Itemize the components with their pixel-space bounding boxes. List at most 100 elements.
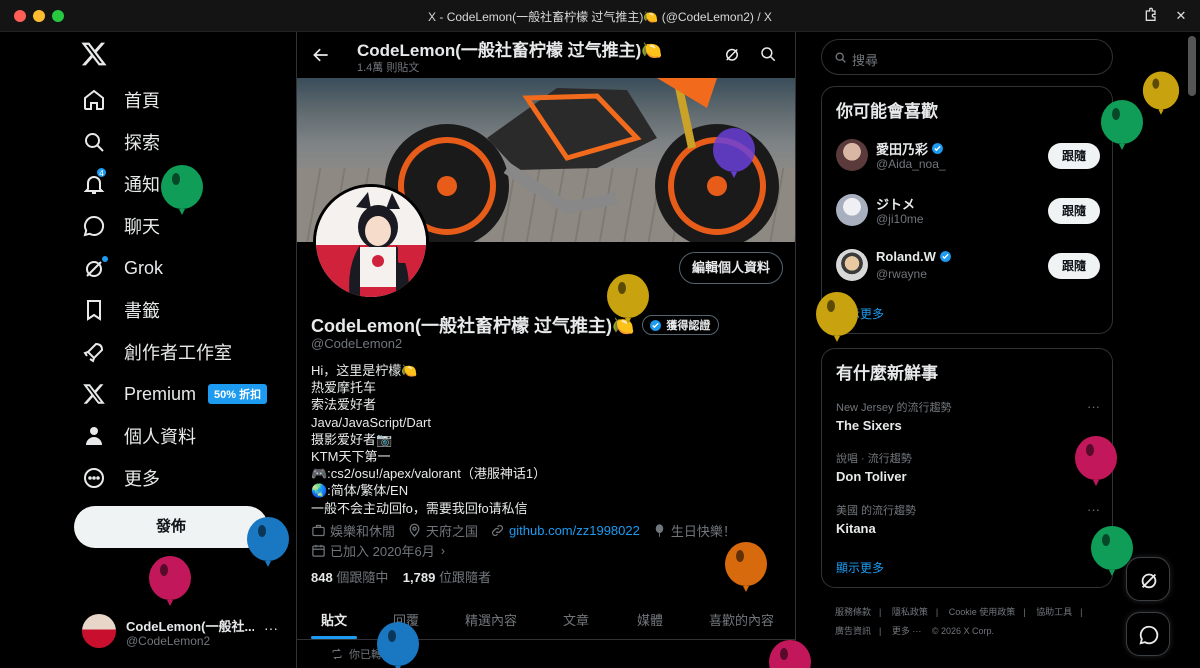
followers-link[interactable]: 1,789 位跟隨者 <box>403 570 491 585</box>
grok-float-button[interactable] <box>1126 557 1170 601</box>
footer-more[interactable]: 更多 ··· <box>892 626 922 636</box>
nav-label: 聊天 <box>124 217 160 237</box>
tab-replies[interactable]: 回覆 <box>393 610 419 629</box>
footer-cookie[interactable]: Cookie 使用政策 <box>949 607 1016 617</box>
trend-name: Don Toliver <box>836 469 907 484</box>
suggested-user-handle: @Aida_noa_ <box>876 157 946 171</box>
search-input[interactable]: 搜尋 <box>852 50 878 69</box>
header-post-count: 1.4萬 則貼文 <box>357 62 420 74</box>
edit-profile-button[interactable]: 編輯個人資料 <box>679 252 783 284</box>
nav-item-premium[interactable]: Premium 50% 折扣 <box>82 374 268 414</box>
scrollbar-thumb[interactable] <box>1188 36 1196 96</box>
profile-avatar[interactable] <box>313 184 429 300</box>
nav-item-grok[interactable]: Grok <box>82 248 163 288</box>
profile-header-bar: CodeLemon(一般社畜柠檬 过气推主)🍋 1.4萬 則貼文 <box>297 32 795 78</box>
suggested-user[interactable]: Roland.W @rwayne 跟隨 <box>836 245 1100 285</box>
nav-item-bookmarks[interactable]: 書籤 <box>82 290 160 330</box>
rocket-icon <box>83 342 104 363</box>
following-link[interactable]: 848 個跟隨中 <box>311 570 388 585</box>
window-close-icon[interactable]: ✕ <box>1172 7 1190 25</box>
search-icon[interactable] <box>759 45 777 63</box>
tab-highlights[interactable]: 精選內容 <box>465 610 517 629</box>
tab-media[interactable]: 媒體 <box>637 610 663 629</box>
balloon-icon <box>655 523 664 537</box>
repost-indicator: 你已轉發 <box>331 646 393 662</box>
suggested-user[interactable]: ジトメ @ji10me 跟隨 <box>836 190 1100 230</box>
nav-item-profile[interactable]: 個人資料 <box>82 416 196 456</box>
footer-terms[interactable]: 服務條款 <box>835 607 871 617</box>
more-icon[interactable]: ··· <box>1087 399 1100 414</box>
footer-ads-info[interactable]: 廣告資訊 <box>835 626 871 636</box>
nav-item-notifications[interactable]: 4 通知 <box>82 164 160 204</box>
footer-separator: | <box>935 607 939 617</box>
tab-posts[interactable]: 貼文 <box>321 610 347 629</box>
tab-articles[interactable]: 文章 <box>563 610 589 629</box>
followers-label: 位跟隨者 <box>438 570 491 585</box>
search-box[interactable]: 搜尋 <box>821 39 1113 75</box>
more-icon[interactable]: ··· <box>1087 502 1100 517</box>
calendar-icon <box>312 544 325 557</box>
get-verified-button[interactable]: 獲得認證 <box>642 315 720 335</box>
nav-label: Grok <box>124 257 164 278</box>
extension-icon[interactable] <box>1142 7 1160 25</box>
person-icon <box>86 427 102 445</box>
trends-show-more[interactable]: 顯示更多 <box>836 559 884 576</box>
tab-likes[interactable]: 喜歡的內容 <box>709 610 774 629</box>
more-icon[interactable]: ··· <box>264 620 278 636</box>
suggested-user[interactable]: 愛田乃彩 @Aida_noa_ 跟隨 <box>836 135 1100 175</box>
nav-label: 探索 <box>124 133 160 153</box>
search-icon <box>835 52 846 63</box>
meta-joined[interactable]: 已加入 2020年6月 › <box>311 540 445 560</box>
bio-line: 一般不会主动回fo，需要我回fo请私信 <box>311 500 528 516</box>
follow-button[interactable]: 跟隨 <box>1048 143 1100 169</box>
bio-line: 摄影爱好者📷 <box>311 431 393 447</box>
follow-button[interactable]: 跟隨 <box>1048 198 1100 224</box>
trend-item[interactable]: 美國 的流行趨勢 Kitana ··· <box>836 502 1100 538</box>
active-tab-indicator <box>311 636 357 639</box>
footer-privacy[interactable]: 隱私政策 <box>892 607 928 617</box>
nav-item-more[interactable]: 更多 <box>82 458 160 498</box>
nav-item-chat[interactable]: 聊天 <box>82 206 160 246</box>
verified-badge-icon <box>650 319 662 331</box>
nav-label: 通知 <box>124 175 160 195</box>
footer-accessibility[interactable]: 協助工具 <box>1036 607 1072 617</box>
bio-line: 🎮:cs2/osu!/apex/valorant（港服神话1） <box>311 466 547 482</box>
user-name-text: ジトメ <box>876 197 916 212</box>
footer-copyright: © 2026 X Corp. <box>931 626 995 636</box>
profile-name: CodeLemon(一般社畜柠檬 过气推主)🍋 獲得認證 <box>311 312 720 338</box>
more-icon[interactable]: ··· <box>1087 450 1100 465</box>
following-label: 個跟隨中 <box>336 570 389 585</box>
nav-item-explore[interactable]: 探索 <box>82 122 160 162</box>
meta-category: 娛樂和休閒 <box>311 520 395 540</box>
followers-count: 1,789 <box>402 570 436 585</box>
profile-meta: 娛樂和休閒 天府之国 github.com/zz1998022 生日快樂！ 已加… <box>311 520 791 560</box>
avatar <box>82 614 116 648</box>
suggested-user-handle: @ji10me <box>876 212 924 226</box>
nav-item-home[interactable]: 首頁 <box>82 80 160 120</box>
grok-icon[interactable] <box>723 45 741 63</box>
trend-context: New Jersey 的流行趨勢 <box>836 402 952 414</box>
profile-column: CodeLemon(一般社畜柠檬 过气推主)🍋 1.4萬 則貼文 編輯個人資料 … <box>296 32 796 668</box>
bio-line: Java/JavaScript/Dart <box>311 414 431 430</box>
window-titlebar: X - CodeLemon(一般社畜柠檬 过气推主)🍋 (@CodeLemon2… <box>0 0 1200 32</box>
follow-button[interactable]: 跟隨 <box>1048 253 1100 279</box>
profile-website-link[interactable]: github.com/zz1998022 <box>509 523 640 538</box>
suggested-user-name: 愛田乃彩 <box>876 139 944 158</box>
back-arrow-icon[interactable] <box>311 45 331 65</box>
account-switcher[interactable]: CodeLemon(一般社... @CodeLemon2 ··· <box>82 610 292 654</box>
meta-birthday: 生日快樂！ <box>652 520 736 540</box>
more-circle-icon <box>84 468 104 488</box>
nav-item-creator-studio[interactable]: 創作者工作室 <box>82 332 232 372</box>
who-to-follow-show-more[interactable]: 顯示更多 <box>836 305 884 322</box>
link-icon <box>492 524 503 536</box>
trend-item[interactable]: 說唱 · 流行趨勢 Don Toliver ··· <box>836 450 1100 486</box>
trend-name: The Sixers <box>836 418 902 433</box>
trend-item[interactable]: New Jersey 的流行趨勢 The Sixers ··· <box>836 399 1100 435</box>
avatar <box>836 249 868 281</box>
meta-location: 天府之国 <box>407 520 478 540</box>
nav-label: 書籤 <box>124 301 160 321</box>
x-logo-icon[interactable] <box>80 40 110 70</box>
post-button[interactable]: 發佈 <box>74 506 268 548</box>
messages-float-button[interactable] <box>1126 612 1170 656</box>
meta-link[interactable]: github.com/zz1998022 <box>490 520 640 540</box>
